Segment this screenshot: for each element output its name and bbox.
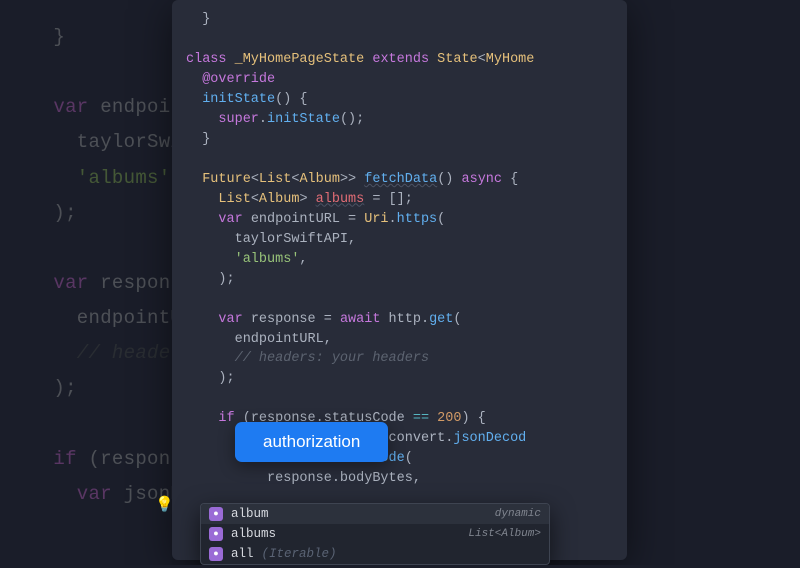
code-line[interactable]: // headers: your headers xyxy=(172,349,627,369)
code-line[interactable]: var endpointURL = Uri.https( xyxy=(172,210,627,230)
code-line[interactable]: ); xyxy=(172,270,627,290)
code-line[interactable]: List<Album> albums = []; xyxy=(172,190,627,210)
suggestion-tooltip[interactable]: authorization xyxy=(235,422,388,462)
code-line[interactable]: taylorSwiftAPI, xyxy=(172,230,627,250)
code-line[interactable]: endpointURL, xyxy=(172,330,627,350)
lightbulb-icon[interactable]: 💡 xyxy=(155,495,174,514)
code-line[interactable]: } xyxy=(172,130,627,150)
code-line[interactable] xyxy=(172,30,627,50)
variable-icon: ● xyxy=(209,527,223,541)
code-line[interactable]: super.initState(); xyxy=(172,110,627,130)
code-line[interactable]: @override xyxy=(172,70,627,90)
autocomplete-item[interactable]: ●all(Iterable) xyxy=(201,544,549,564)
code-line[interactable] xyxy=(172,290,627,310)
code-line[interactable]: initState() { xyxy=(172,90,627,110)
tooltip-label: authorization xyxy=(263,432,360,451)
code-line[interactable] xyxy=(172,389,627,409)
autocomplete-name: albums xyxy=(231,527,276,541)
code-line[interactable]: 'albums', xyxy=(172,250,627,270)
autocomplete-name: all xyxy=(231,547,254,561)
variable-icon: ● xyxy=(209,547,223,561)
autocomplete-popup[interactable]: ●albumdynamic●albumsList<Album>●all(Iter… xyxy=(200,503,550,565)
code-line[interactable]: response.bodyBytes, xyxy=(172,469,627,489)
autocomplete-item[interactable]: ● album dynamic xyxy=(201,504,549,524)
autocomplete-name: album xyxy=(231,507,269,521)
variable-icon: ● xyxy=(209,507,223,521)
autocomplete-type: dynamic xyxy=(495,508,541,520)
code-line[interactable]: class _MyHomePageState extends State<MyH… xyxy=(172,50,627,70)
autocomplete-type: List<Album> xyxy=(468,528,541,540)
code-line[interactable]: } xyxy=(172,10,627,30)
code-line[interactable]: Future<List<Album>> fetchData() async { xyxy=(172,170,627,190)
code-line[interactable] xyxy=(172,150,627,170)
code-line[interactable]: ); xyxy=(172,369,627,389)
code-line[interactable]: var response = await http.get( xyxy=(172,310,627,330)
code-editor-panel[interactable]: } class _MyHomePageState extends State<M… xyxy=(172,0,627,560)
autocomplete-item[interactable]: ● albums List<Album> xyxy=(201,524,549,544)
